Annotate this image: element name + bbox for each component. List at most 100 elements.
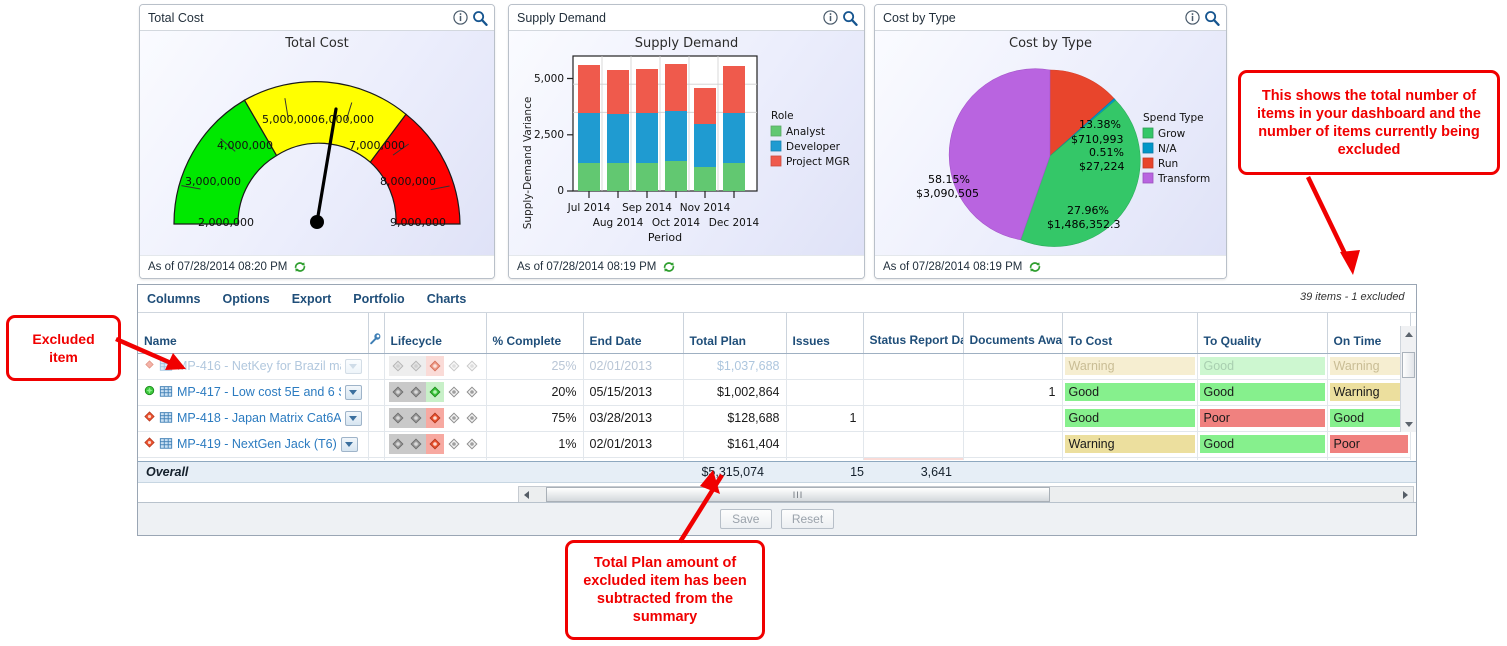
search-icon[interactable] [842, 10, 858, 26]
horizontal-scrollbar-thumb[interactable]: III [546, 487, 1050, 502]
wrench-icon[interactable] [369, 332, 382, 345]
cell-documents-awaiting: 1 [963, 378, 1063, 406]
cell-to-cost: Warning [1062, 431, 1198, 458]
col-header-lifecycle[interactable]: Lifecycle [384, 313, 487, 354]
table-row[interactable]: MP-417 - Low cost 5E and 6 S 20% 05/15/2… [138, 378, 1411, 406]
panel-cost-by-type: Cost by Type Cost by Type 13.38% $710,99… [874, 4, 1227, 279]
row-dropdown-button[interactable] [340, 436, 358, 452]
svg-text:Dec 2014: Dec 2014 [709, 217, 760, 229]
status-badge: Good [1064, 383, 1195, 401]
table-row[interactable]: MP-416 - NetKey for Brazil ma 25% 02/01/… [138, 352, 1411, 380]
horizontal-scrollbar[interactable]: III [518, 486, 1414, 503]
cell-total-plan[interactable]: $128,688 [683, 405, 787, 432]
cell-pct-complete: 75% [486, 404, 584, 432]
cell-total-plan[interactable]: $1,002,864 [683, 379, 787, 406]
cell-status-report-days-late [863, 379, 964, 406]
cell-name[interactable]: MP-419 - NextGen Jack (T6) [138, 431, 369, 458]
cell-pct-complete: 25% [486, 352, 584, 380]
cell-documents-awaiting [963, 353, 1063, 380]
scroll-left-arrow-icon[interactable] [519, 487, 534, 502]
vertical-scrollbar[interactable] [1400, 326, 1416, 432]
status-indicator-icon [144, 359, 155, 373]
col-header-name[interactable]: Name [138, 313, 369, 354]
row-dropdown-button[interactable] [344, 358, 362, 374]
toolbar-columns[interactable]: Columns [147, 292, 200, 306]
table-header-row: Name Lifecycle % Complete End Date Total… [138, 313, 1411, 354]
search-icon[interactable] [472, 10, 488, 26]
project-icon [159, 436, 173, 453]
overall-total-plan: $5,315,074 [701, 465, 764, 479]
cell-on-time: Warning [1327, 379, 1411, 406]
callout-arrow-right [1305, 176, 1360, 275]
col-header-to-quality[interactable]: To Quality [1197, 313, 1328, 354]
project-icon [159, 384, 173, 401]
info-icon[interactable] [823, 10, 838, 25]
svg-text:Aug 2014: Aug 2014 [593, 217, 644, 229]
row-name-text: MP-419 - NextGen Jack (T6) [177, 437, 337, 451]
row-name-text: MP-417 - Low cost 5E and 6 S [177, 385, 341, 399]
refresh-icon[interactable] [1028, 260, 1042, 274]
reset-button[interactable]: Reset [780, 509, 835, 529]
toolbar-portfolio[interactable]: Portfolio [353, 292, 404, 306]
col-header-to-cost[interactable]: To Cost [1062, 313, 1198, 354]
cell-status-report-days-late [863, 431, 964, 458]
svg-text:Jul 2014: Jul 2014 [567, 202, 611, 214]
col-header-tools[interactable] [368, 313, 385, 354]
status-badge: Warning [1064, 435, 1195, 453]
cell-to-quality: Good [1197, 431, 1328, 458]
scrollbar-grip-icon: III [792, 489, 804, 500]
refresh-icon[interactable] [293, 260, 307, 274]
vertical-scrollbar-thumb[interactable] [1402, 352, 1415, 378]
chart-title: Total Cost [285, 36, 349, 51]
col-header-issues[interactable]: Issues [786, 313, 864, 354]
col-header-documents-awaiting[interactable]: Documents Awaiting [963, 313, 1063, 354]
callout-items-count: This shows the total number of items in … [1238, 70, 1500, 175]
scroll-down-arrow-icon[interactable] [1401, 416, 1417, 432]
status-badge: Warning [1064, 357, 1195, 375]
cell-documents-awaiting [963, 457, 1063, 460]
cell-name[interactable]: MP-416 - NetKey for Brazil ma [138, 353, 369, 380]
col-header-pct-complete[interactable]: % Complete [486, 313, 584, 354]
scroll-up-arrow-icon[interactable] [1401, 326, 1417, 342]
status-badge: Warning [1329, 357, 1408, 375]
pie-label-na-pct: 0.51% [1089, 146, 1124, 159]
col-header-status-report-days-late[interactable]: Status Report Days Late [863, 313, 964, 354]
col-header-end-date[interactable]: End Date [583, 313, 684, 354]
lifecycle-stage-2-icon [407, 434, 426, 454]
col-header-total-plan[interactable]: Total Plan [683, 313, 787, 354]
toolbar-export[interactable]: Export [292, 292, 332, 306]
scroll-right-arrow-icon[interactable] [1398, 487, 1413, 502]
refresh-icon[interactable] [662, 260, 676, 274]
cell-name[interactable]: MP-417 - Low cost 5E and 6 S [138, 379, 369, 406]
as-of-text: As of 07/28/2014 08:19 PM [517, 261, 657, 273]
cell-on-time: Good [1327, 457, 1411, 460]
save-button[interactable]: Save [719, 509, 772, 529]
col-header-on-time[interactable]: On Time [1327, 313, 1411, 354]
cell-total-plan[interactable]: $61,009 [683, 457, 787, 460]
table-row[interactable]: MP-419 - NextGen Jack (T6) 1% 02/01/2013… [138, 430, 1411, 458]
cell-total-plan[interactable]: $161,404 [683, 431, 787, 458]
row-name-text: MP-418 - Japan Matrix Cat6A [177, 411, 341, 425]
row-dropdown-button[interactable] [344, 384, 362, 400]
info-icon[interactable] [1185, 10, 1200, 25]
gauge-chart: Total Cost 2,000,000 3,000,000 4,000,000… [140, 31, 494, 255]
lifecycle-stage-2-icon [407, 356, 426, 376]
status-badge: Good [1064, 409, 1195, 427]
panel-footer: As of 07/28/2014 08:19 PM [509, 255, 864, 278]
gauge-tick-8000000: 8,000,000 [380, 175, 436, 188]
row-dropdown-button[interactable] [344, 410, 362, 426]
cell-to-cost: Warning [1062, 353, 1198, 380]
info-icon[interactable] [453, 10, 468, 25]
cell-issues[interactable]: 1 [786, 405, 864, 432]
search-icon[interactable] [1204, 10, 1220, 26]
cell-total-plan[interactable]: $1,037,688 [683, 353, 787, 380]
horizontal-scrollbar-track[interactable]: III [534, 487, 1398, 502]
table-row[interactable]: MP-420 [138, 456, 1411, 460]
lifecycle-stage-4-icon [444, 408, 463, 428]
cell-name[interactable]: MP-420 [138, 457, 369, 460]
toolbar-charts[interactable]: Charts [427, 292, 467, 306]
cell-name[interactable]: MP-418 - Japan Matrix Cat6A [138, 405, 369, 432]
toolbar-options[interactable]: Options [222, 292, 269, 306]
table-row[interactable]: MP-418 - Japan Matrix Cat6A 75% 03/28/20… [138, 404, 1411, 432]
overall-summary-row: Overall $5,315,074 15 3,641 [138, 461, 1416, 483]
